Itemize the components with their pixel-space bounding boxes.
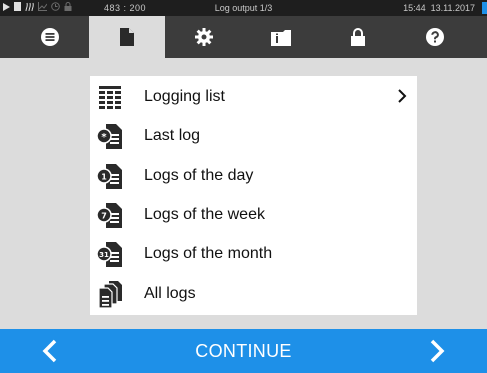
week-log-icon: 7 — [96, 203, 122, 228]
menu-item-last-log[interactable]: * Last log — [90, 116, 417, 155]
menu-item-logging-list[interactable]: Logging list — [90, 77, 417, 116]
menu-item-all-logs[interactable]: All logs — [90, 274, 417, 313]
all-logs-icon — [98, 281, 122, 309]
chevron-right-icon — [398, 89, 407, 103]
last-log-icon: * — [96, 124, 122, 149]
chevron-left-icon — [42, 339, 57, 363]
status-date: 13.11.2017 — [430, 3, 475, 13]
tab-program-list[interactable] — [12, 16, 88, 58]
month-badge: 31 — [99, 251, 109, 259]
menu-item-logs-of-the-day[interactable]: 1 Logs of the day — [90, 156, 417, 195]
document-icon — [120, 28, 134, 46]
help-icon — [426, 28, 444, 46]
status-datetime: 15:44 13.11.2017 — [403, 3, 475, 13]
continue-button[interactable]: CONTINUE — [100, 329, 387, 373]
svg-text:*: * — [101, 132, 107, 143]
lock-icon — [351, 28, 365, 46]
menu-item-label: Last log — [144, 127, 201, 144]
menu-item-logs-of-the-month[interactable]: 31 Logs of the month — [90, 234, 417, 273]
menu-item-label: Logs of the week — [144, 206, 265, 223]
week-badge: 7 — [101, 212, 107, 221]
tab-info[interactable] — [243, 16, 319, 58]
tab-help[interactable] — [397, 16, 473, 58]
tab-security[interactable] — [320, 16, 396, 58]
tab-settings[interactable] — [166, 16, 242, 58]
menu-item-label: All logs — [144, 285, 196, 302]
tab-logs[interactable] — [89, 16, 165, 58]
status-time: 15:44 — [403, 3, 426, 13]
next-button[interactable] — [387, 329, 487, 373]
info-folder-icon — [271, 30, 291, 46]
tab-bar — [0, 16, 487, 58]
status-bar: 483 : 200 Log output 1/3 15:44 13.11.201… — [0, 0, 487, 16]
menu-item-logs-of-the-week[interactable]: 7 Logs of the week — [90, 195, 417, 234]
month-log-icon: 31 — [96, 242, 122, 267]
menu-item-label: Logs of the month — [144, 245, 273, 262]
menu-item-label: Logging list — [144, 88, 225, 105]
menu-item-label: Logs of the day — [144, 167, 254, 184]
status-indicator — [482, 2, 487, 14]
gear-icon — [195, 28, 213, 46]
day-badge: 1 — [101, 173, 107, 182]
bottom-action-bar: CONTINUE — [0, 329, 487, 373]
list-icon — [41, 28, 59, 46]
chevron-right-icon — [430, 339, 445, 363]
log-output-menu: Logging list * Last log 1 Logs of the da… — [90, 76, 417, 315]
day-log-icon: 1 — [96, 164, 122, 189]
table-list-icon — [99, 86, 121, 109]
back-button[interactable] — [0, 329, 100, 373]
